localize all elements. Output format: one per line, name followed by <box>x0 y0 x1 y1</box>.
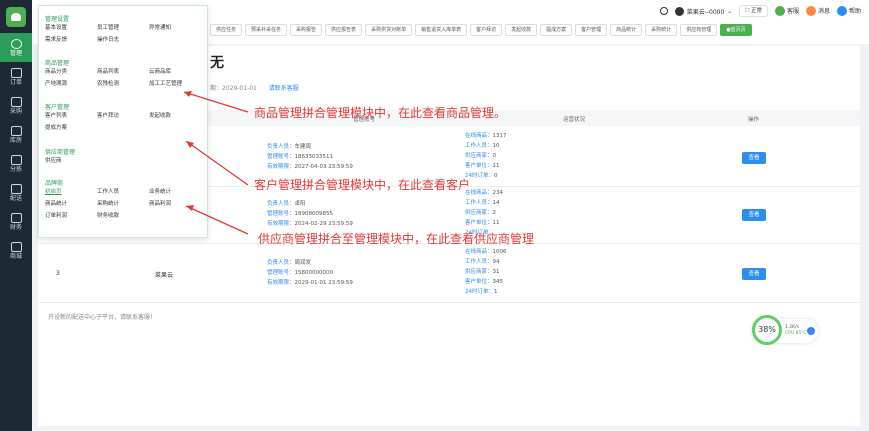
arrow-customer <box>185 140 249 186</box>
annotation-customer: 客户管理拼合管理模块中，在此查看客户 <box>254 178 471 192</box>
annotation-supplier: 供应商管理拼合至管理模块中，在此查看供应商管理 <box>258 232 535 246</box>
arrowhead-customer <box>186 141 194 148</box>
arrow-supplier <box>185 205 249 235</box>
arrowhead-supplier <box>186 205 194 211</box>
annotation-product: 商品管理拼合管理模块中，在此查看商品管理。 <box>254 106 507 120</box>
annotation-arrows <box>183 91 249 235</box>
arrow-product <box>183 91 249 113</box>
